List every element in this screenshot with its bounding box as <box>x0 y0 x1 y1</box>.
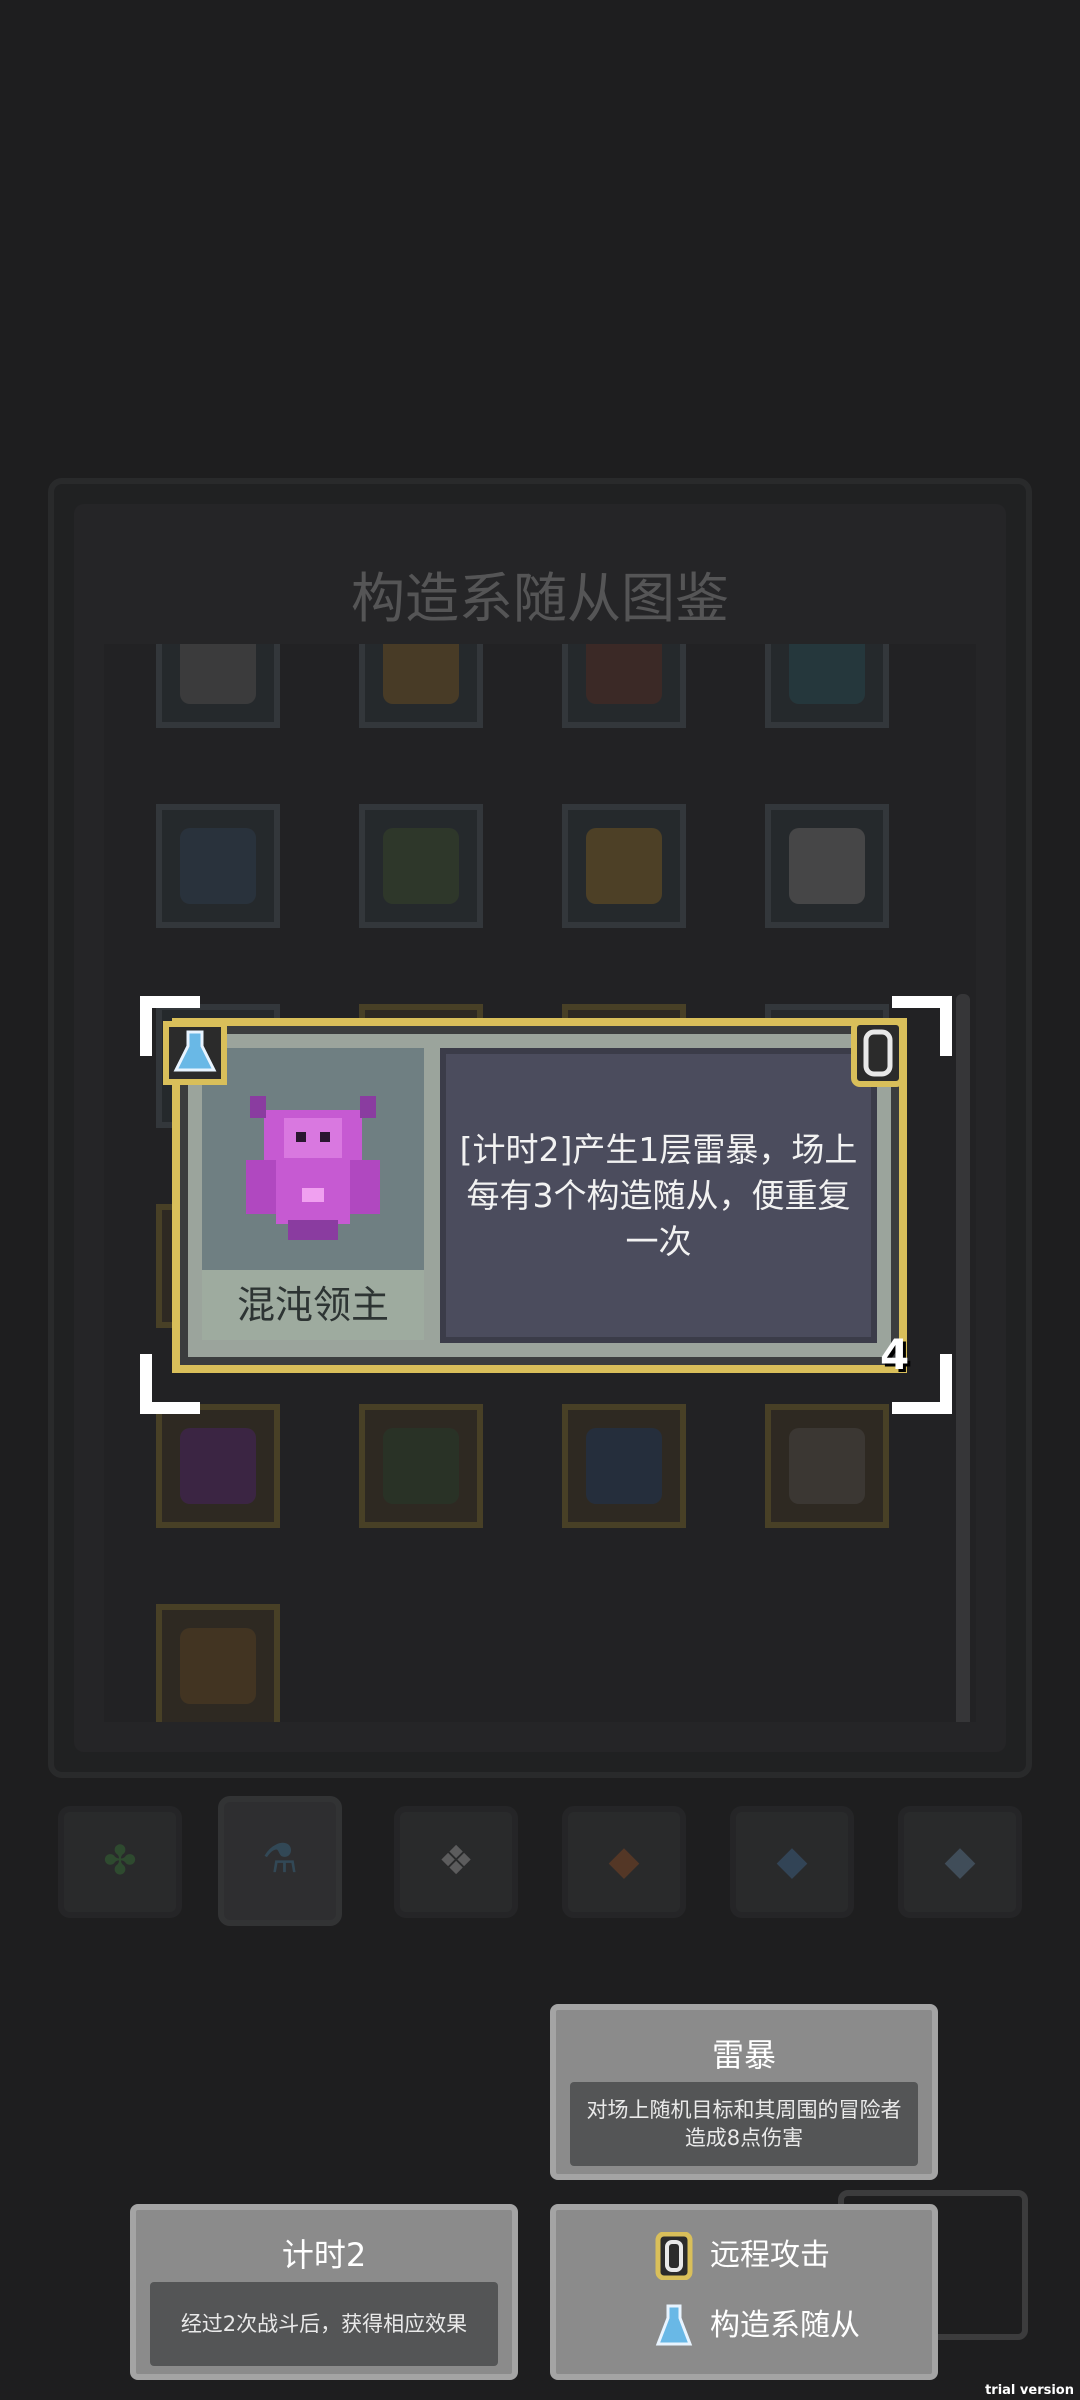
collection-slot[interactable] <box>156 1604 280 1722</box>
chaos-lord-icon <box>246 1096 380 1240</box>
chain-link-icon <box>850 1018 906 1088</box>
tooltip-timer: 计时2 经过2次战斗后，获得相应效果 <box>130 2204 518 2380</box>
fox-icon: ◆ <box>608 1838 640 1884</box>
tag-ranged-attack: 远程攻击 <box>655 2228 830 2284</box>
collection-slot[interactable] <box>156 804 280 928</box>
collection-slot[interactable] <box>156 644 280 728</box>
minion-description-box: [计时2]产生1层雷暴，场上每有3个构造随从，便重复一次 <box>440 1048 877 1343</box>
tooltip-timer-title: 计时2 <box>281 2236 367 2274</box>
clover-icon: ✤ <box>103 1838 137 1884</box>
minion-level: 4 <box>880 1330 910 1379</box>
collection-slot[interactable] <box>765 1404 889 1528</box>
tab-gear[interactable]: ❖ <box>394 1806 518 1918</box>
tab-flask[interactable]: ⚗ <box>218 1796 342 1926</box>
gear-icon: ❖ <box>438 1838 474 1884</box>
minion-description: [计时2]产生1层雷暴，场上每有3个构造随从，便重复一次 <box>459 1129 858 1261</box>
collection-slot[interactable] <box>765 804 889 928</box>
collection-slot[interactable] <box>359 804 483 928</box>
tab-clover[interactable]: ✤ <box>58 1806 182 1918</box>
tag-ranged-attack-label: 远程攻击 <box>710 2238 830 2273</box>
scrollbar[interactable] <box>956 994 970 1722</box>
panel-title: 构造系随从图鉴 <box>351 567 729 630</box>
collection-slot[interactable] <box>156 1404 280 1528</box>
tag-construct-minion: 构造系随从 <box>655 2298 860 2354</box>
tooltip-thunder-title: 雷暴 <box>711 2036 776 2074</box>
minion-portrait <box>202 1048 424 1270</box>
tooltip-timer-body: 经过2次战斗后，获得相应效果 <box>150 2282 498 2366</box>
collection-slot[interactable] <box>562 1404 686 1528</box>
flask-icon <box>160 1018 230 1088</box>
minion-card: 混沌领主 [计时2]产生1层雷暴，场上每有3个构造随从，便重复一次 <box>172 1018 907 1373</box>
gem-icon: ◆ <box>776 1838 808 1884</box>
tab-gem[interactable]: ◆ <box>730 1806 854 1918</box>
collection-slot[interactable] <box>359 644 483 728</box>
chain-link-icon <box>650 2231 698 2281</box>
collection-slot[interactable] <box>359 1404 483 1528</box>
tab-fox[interactable]: ◆ <box>562 1806 686 1918</box>
tooltip-thunder-body: 对场上随机目标和其周围的冒险者造成8点伤害 <box>570 2082 918 2166</box>
collection-slot[interactable] <box>562 644 686 728</box>
diamond-icon: ◆ <box>944 1838 976 1884</box>
collection-slot[interactable] <box>765 644 889 728</box>
tooltip-thunder: 雷暴 对场上随机目标和其周围的冒险者造成8点伤害 <box>550 2004 938 2180</box>
tooltip-tags: 远程攻击 构造系随从 <box>550 2204 938 2380</box>
watermark: trial version <box>985 2383 1074 2398</box>
tab-diamond[interactable]: ◆ <box>898 1806 1022 1918</box>
flask-icon <box>650 2302 698 2350</box>
collection-slot[interactable] <box>562 804 686 928</box>
flask-icon: ⚗ <box>262 1836 298 1882</box>
tag-construct-minion-label: 构造系随从 <box>710 2308 860 2343</box>
card-inner: 混沌领主 [计时2]产生1层雷暴，场上每有3个构造随从，便重复一次 <box>188 1034 891 1357</box>
minion-name: 混沌领主 <box>202 1270 424 1340</box>
